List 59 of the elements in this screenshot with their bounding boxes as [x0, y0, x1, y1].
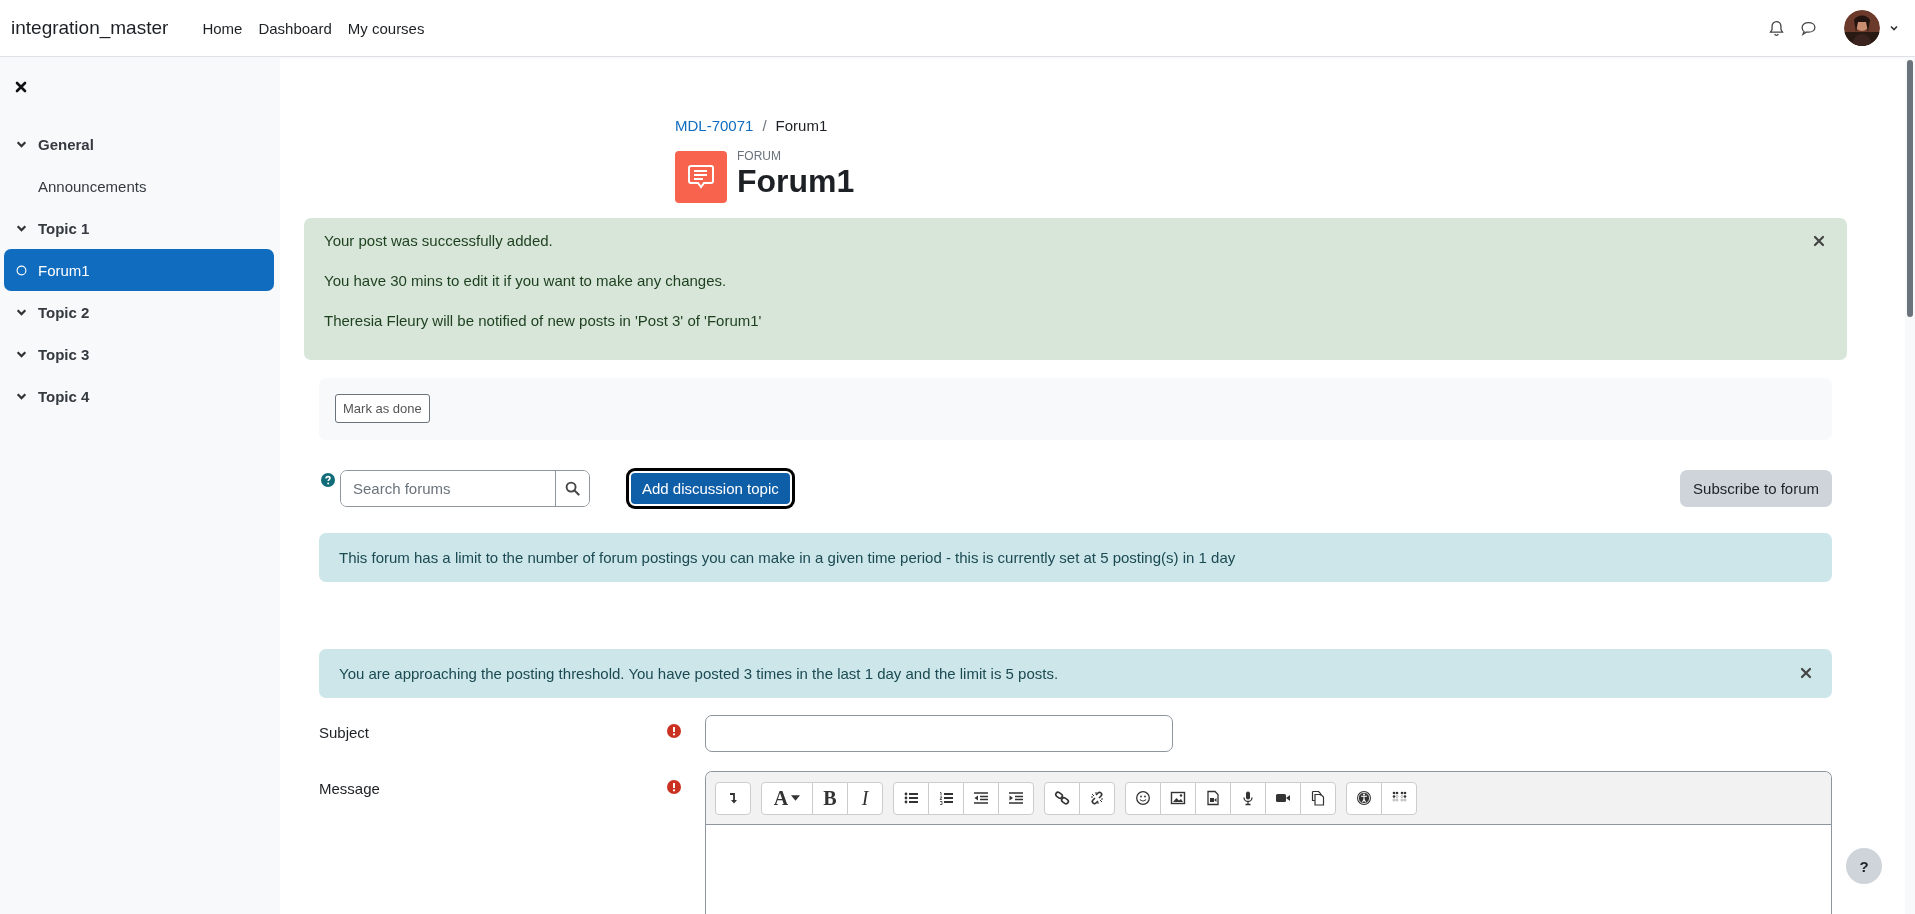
nav-link[interactable]: My courses [347, 19, 425, 37]
accessibility-icon [1356, 790, 1372, 806]
close-icon[interactable] [15, 81, 27, 93]
bold-button[interactable]: B [812, 782, 847, 814]
section-item[interactable]: Topic 2 [0, 291, 280, 333]
search-field[interactable]: Search forums [340, 469, 590, 507]
help-button[interactable]: ? [1846, 848, 1882, 884]
close-icon[interactable] [1813, 235, 1825, 247]
outdent-icon [973, 790, 989, 806]
mark-as-done-button[interactable]: Mark as done [335, 394, 430, 423]
copy-files-icon [1310, 790, 1326, 806]
breadcrumb-separator: / [762, 116, 767, 134]
toolbar-button[interactable] [715, 781, 751, 815]
unlink-icon [1089, 790, 1105, 806]
forum-icon [675, 151, 727, 203]
alert-message: Your post was successfully added. [324, 231, 553, 251]
search-button[interactable] [555, 470, 589, 506]
close-icon[interactable] [1800, 667, 1812, 679]
activity-type-label: FORUM [737, 149, 782, 163]
chat-icon[interactable] [1800, 19, 1817, 37]
bell-icon[interactable] [1768, 19, 1785, 37]
numbered-list-icon [938, 790, 954, 806]
scrollbar[interactable] [1905, 57, 1915, 914]
alert-message: This forum has a limit to the number of forum postings you can make in a given time period - this is currently set at 5 posting(s) in 1 day [339, 549, 1236, 566]
help-icon[interactable] [321, 473, 335, 487]
subscribe-button[interactable]: Subscribe to forum [1680, 469, 1832, 507]
font-style-button[interactable]: A [762, 782, 812, 814]
image-icon [1170, 790, 1186, 806]
site-name[interactable]: integration_master [11, 17, 169, 39]
activity-item[interactable]: Announcements [4, 165, 274, 207]
alert-message: You have 30 mins to edit it if you want to make any changes. [324, 271, 727, 291]
field-label: Subject [319, 723, 371, 741]
scrollbar-thumb[interactable] [1907, 60, 1913, 317]
circle-icon [16, 264, 27, 276]
activity-item[interactable]: Forum1 [4, 249, 274, 291]
section-item[interactable]: Topic 3 [0, 333, 280, 375]
add-discussion-button[interactable]: Add discussion topic [629, 470, 792, 506]
page-title: Forum1 [737, 163, 855, 199]
subject-field[interactable] [705, 715, 1173, 752]
breadcrumb-link[interactable]: MDL-70071 [675, 116, 754, 134]
media-file-icon [1205, 790, 1221, 806]
alert-message: You are approaching the posting threshold. You have posted 3 times in the last 1 day and the limit is 5 posts. [339, 665, 1059, 682]
section-item[interactable]: Topic 4 [0, 375, 280, 417]
breadcrumb-current: Forum1 [775, 116, 828, 134]
indent-icon [1008, 790, 1024, 806]
smiley-icon [1135, 790, 1151, 806]
caret-icon [791, 795, 801, 801]
alert-message: Theresia Fleury will be notified of new posts in 'Post 3' of 'Forum1' [324, 311, 762, 331]
nav-link[interactable]: Dashboard [258, 19, 332, 37]
italic-button[interactable]: I [847, 782, 882, 814]
section-item[interactable]: General [0, 123, 280, 165]
bullet-list-icon [903, 790, 919, 806]
nav-link[interactable]: Home [202, 19, 243, 37]
field-label: Message [319, 779, 381, 797]
chevron-down-icon[interactable] [1889, 23, 1899, 33]
section-item[interactable]: Topic 1 [0, 207, 280, 249]
search-icon [565, 480, 580, 496]
text-editor[interactable]: A B I [705, 771, 1832, 914]
link-icon [1054, 790, 1070, 806]
